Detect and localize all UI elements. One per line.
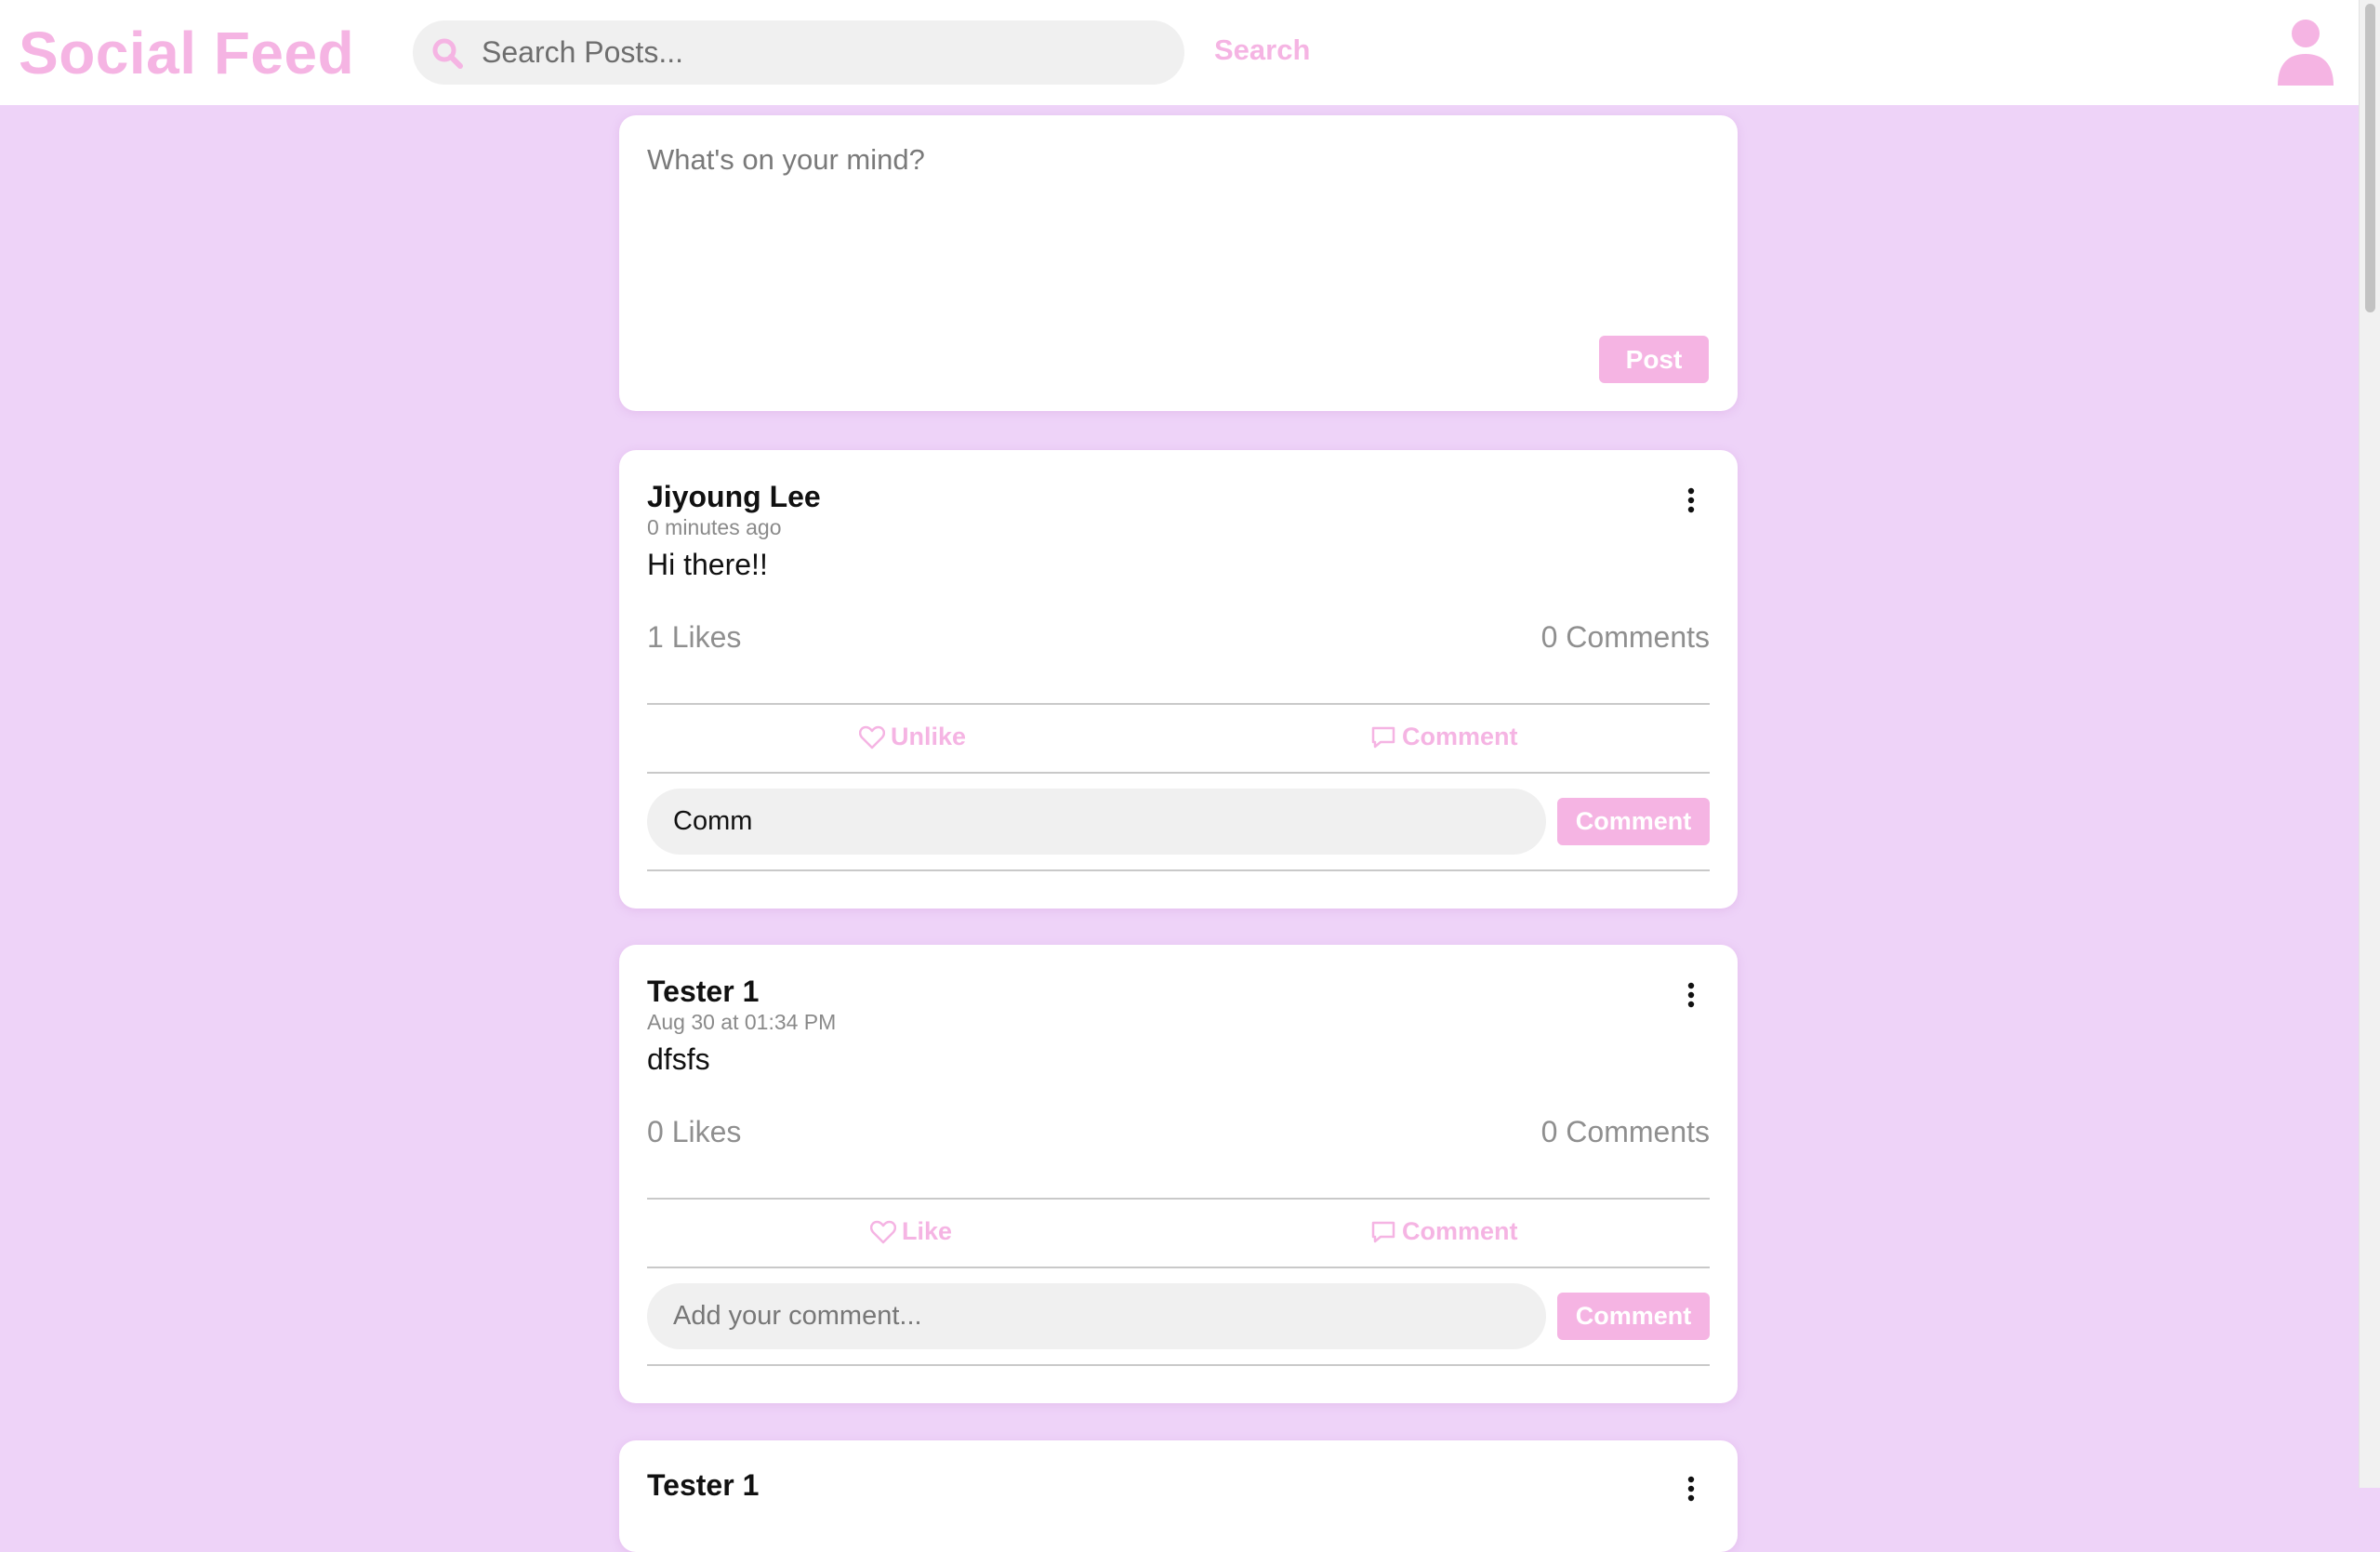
top-navbar: Social Feed Search [0,0,2359,105]
likes-count: 1 Likes [647,620,742,654]
like-label: Like [902,1217,953,1245]
comment-input[interactable] [647,1283,1546,1349]
submit-comment-button[interactable]: Comment [1557,798,1710,845]
post-author[interactable]: Tester 1 [647,975,759,1009]
comments-count: 0 Comments [1540,620,1710,654]
more-options-icon[interactable] [1686,982,1696,1008]
comment-toggle-button[interactable]: Comment [1370,723,1518,751]
unlike-label: Unlike [891,723,967,750]
post-card: Jiyoung Lee 0 minutes ago Hi there!! 1 L… [619,450,1738,909]
app-logo[interactable]: Social Feed [19,19,354,87]
scrollbar-thumb[interactable] [2365,4,2375,312]
more-options-icon[interactable] [1686,1476,1696,1502]
comment-input[interactable] [647,789,1546,855]
post-author[interactable]: Tester 1 [647,1468,759,1503]
comment-bubble-icon [1371,726,1395,748]
post-content: Hi there!! [647,548,768,581]
heart-icon [859,725,885,749]
divider [647,869,1710,871]
divider [647,1198,1710,1200]
divider [647,703,1710,705]
comments-count: 0 Comments [1540,1115,1710,1148]
post-timestamp: Aug 30 at 01:34 PM [647,1010,837,1034]
comment-bubble-icon [1371,1221,1395,1242]
comment-action-label: Comment [1402,1217,1518,1245]
post-author[interactable]: Jiyoung Lee [647,480,821,514]
unlike-button[interactable]: Unlike [859,723,966,751]
comment-toggle-button[interactable]: Comment [1370,1217,1518,1246]
divider [647,772,1710,774]
search-input[interactable] [482,20,1151,85]
more-options-icon[interactable] [1686,487,1696,513]
post-card: Tester 1 Aug 30 at 01:34 PM dfsfs 0 Like… [619,945,1738,1403]
divider [647,1267,1710,1268]
post-button[interactable]: Post [1599,336,1709,383]
post-card: Tester 1 [619,1440,1738,1552]
page-scrollbar[interactable] [2359,0,2380,1488]
submit-comment-button[interactable]: Comment [1557,1293,1710,1340]
likes-count: 0 Likes [647,1115,742,1148]
search-icon [432,38,463,69]
post-timestamp: 0 minutes ago [647,515,782,539]
heart-icon [870,1220,896,1243]
user-avatar-icon[interactable] [2276,19,2335,87]
post-content: dfsfs [647,1042,710,1076]
comment-action-label: Comment [1402,723,1518,750]
new-post-textarea[interactable] [647,143,1707,320]
post-composer: Post [619,115,1738,411]
like-button[interactable]: Like [870,1217,952,1246]
divider [647,1364,1710,1366]
search-button[interactable]: Search [1214,33,1310,67]
search-box [413,20,1184,85]
